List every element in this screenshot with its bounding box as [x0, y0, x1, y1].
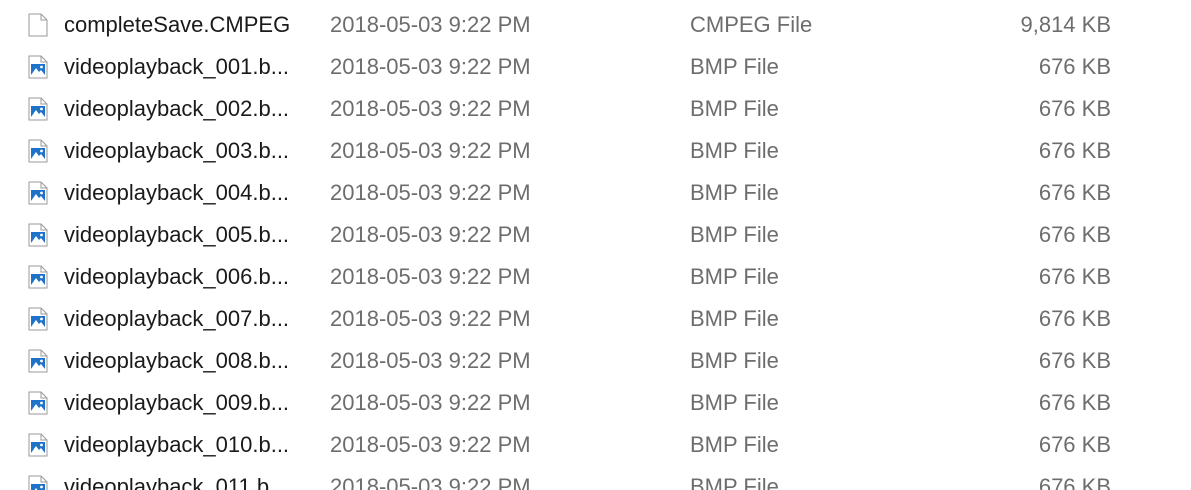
file-row[interactable]: videoplayback_003.b... 2018-05-03 9:22 PM…	[0, 130, 1191, 172]
file-size: 676 KB	[1038, 390, 1111, 415]
file-size: 9,814 KB	[1020, 12, 1111, 37]
file-name: videoplayback_006.b...	[64, 264, 290, 289]
file-date-modified: 2018-05-03 9:22 PM	[330, 432, 531, 457]
file-type: BMP File	[690, 54, 779, 79]
file-date-modified: 2018-05-03 9:22 PM	[330, 474, 531, 490]
file-row[interactable]: videoplayback_004.b... 2018-05-03 9:22 PM…	[0, 172, 1191, 214]
file-type: BMP File	[690, 222, 779, 247]
file-name: videoplayback_003.b...	[64, 138, 290, 163]
file-size: 676 KB	[1038, 306, 1111, 331]
file-row[interactable]: videoplayback_002.b... 2018-05-03 9:22 PM…	[0, 88, 1191, 130]
file-type: CMPEG File	[690, 12, 813, 37]
file-size: 676 KB	[1038, 138, 1111, 163]
file-date-modified: 2018-05-03 9:22 PM	[330, 390, 531, 415]
file-type: BMP File	[690, 432, 779, 457]
file-date-modified: 2018-05-03 9:22 PM	[330, 264, 531, 289]
file-date-modified: 2018-05-03 9:22 PM	[330, 222, 531, 247]
file-name: videoplayback_009.b...	[64, 390, 290, 415]
image-file-icon	[28, 256, 50, 298]
image-file-icon	[28, 88, 50, 130]
file-row[interactable]: videoplayback_011.b... 2018-05-03 9:22 PM…	[0, 466, 1191, 490]
file-date-modified: 2018-05-03 9:22 PM	[330, 180, 531, 205]
file-list: completeSave.CMPEG 2018-05-03 9:22 PM CMPE…	[0, 0, 1191, 490]
file-type: BMP File	[690, 474, 779, 490]
file-row[interactable]: completeSave.CMPEG 2018-05-03 9:22 PM CMPE…	[0, 4, 1191, 46]
file-date-modified: 2018-05-03 9:22 PM	[330, 348, 531, 373]
image-file-icon	[28, 214, 50, 256]
image-file-icon	[28, 466, 50, 490]
file-name: videoplayback_002.b...	[64, 96, 290, 121]
file-row[interactable]: videoplayback_006.b... 2018-05-03 9:22 PM…	[0, 256, 1191, 298]
file-type: BMP File	[690, 180, 779, 205]
file-type: BMP File	[690, 96, 779, 121]
file-date-modified: 2018-05-03 9:22 PM	[330, 54, 531, 79]
file-name: completeSave.CMPEG	[64, 12, 291, 37]
file-name: videoplayback_008.b...	[64, 348, 290, 373]
image-file-icon	[28, 46, 50, 88]
file-size: 676 KB	[1038, 432, 1111, 457]
file-row[interactable]: videoplayback_009.b... 2018-05-03 9:22 PM…	[0, 382, 1191, 424]
image-file-icon	[28, 340, 50, 382]
image-file-icon	[28, 382, 50, 424]
file-row[interactable]: videoplayback_005.b... 2018-05-03 9:22 PM…	[0, 214, 1191, 256]
file-name: videoplayback_011.b...	[64, 474, 288, 490]
file-date-modified: 2018-05-03 9:22 PM	[330, 138, 531, 163]
file-size: 676 KB	[1038, 474, 1111, 490]
image-file-icon	[28, 172, 50, 214]
file-size: 676 KB	[1038, 96, 1111, 121]
file-name: videoplayback_004.b...	[64, 180, 290, 205]
file-type: BMP File	[690, 390, 779, 415]
file-size: 676 KB	[1038, 180, 1111, 205]
file-row[interactable]: videoplayback_001.b... 2018-05-03 9:22 PM…	[0, 46, 1191, 88]
file-size: 676 KB	[1038, 264, 1111, 289]
blank-file-icon	[28, 4, 50, 46]
file-name: videoplayback_007.b...	[64, 306, 290, 331]
file-name: videoplayback_010.b...	[64, 432, 290, 457]
file-size: 676 KB	[1038, 348, 1111, 373]
file-name: videoplayback_005.b...	[64, 222, 290, 247]
file-type: BMP File	[690, 306, 779, 331]
file-row[interactable]: videoplayback_007.b... 2018-05-03 9:22 PM…	[0, 298, 1191, 340]
file-name: videoplayback_001.b...	[64, 54, 290, 79]
file-type: BMP File	[690, 138, 779, 163]
file-date-modified: 2018-05-03 9:22 PM	[330, 306, 531, 331]
file-row[interactable]: videoplayback_008.b... 2018-05-03 9:22 PM…	[0, 340, 1191, 382]
file-type: BMP File	[690, 348, 779, 373]
file-size: 676 KB	[1038, 54, 1111, 79]
image-file-icon	[28, 424, 50, 466]
file-type: BMP File	[690, 264, 779, 289]
image-file-icon	[28, 130, 50, 172]
file-size: 676 KB	[1038, 222, 1111, 247]
image-file-icon	[28, 298, 50, 340]
file-row[interactable]: videoplayback_010.b... 2018-05-03 9:22 PM…	[0, 424, 1191, 466]
file-date-modified: 2018-05-03 9:22 PM	[330, 96, 531, 121]
file-date-modified: 2018-05-03 9:22 PM	[330, 12, 531, 37]
